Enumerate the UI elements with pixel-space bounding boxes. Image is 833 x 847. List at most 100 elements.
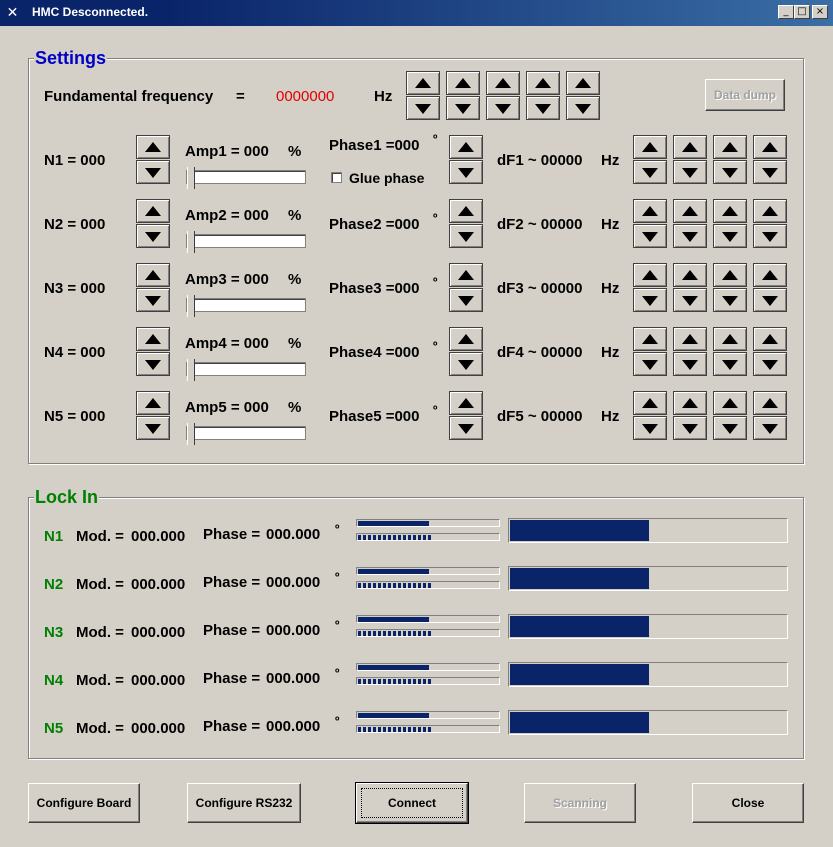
phase5-spin-down[interactable] xyxy=(449,416,483,440)
n3-spin[interactable] xyxy=(136,263,170,313)
phase3-spin-up[interactable] xyxy=(449,263,483,287)
df2-digit-1-spin-up[interactable] xyxy=(633,199,667,223)
fundamental-digit-4-spin-up[interactable] xyxy=(526,71,560,95)
df3-digit-1-spin-down[interactable] xyxy=(633,288,667,312)
df2-digit-1-spin-down[interactable] xyxy=(633,224,667,248)
n1-spin[interactable] xyxy=(136,135,170,185)
fundamental-digit-5-spin-up[interactable] xyxy=(566,71,600,95)
close-button[interactable]: Close xyxy=(692,783,804,823)
df1-digit-2-spin-down[interactable] xyxy=(673,160,707,184)
df4-digit-3-spin-down[interactable] xyxy=(713,352,747,376)
amp5-slider[interactable] xyxy=(186,423,306,445)
df5-digit-3-spin-down[interactable] xyxy=(713,416,747,440)
amp2-slider[interactable] xyxy=(186,231,306,253)
df1-digit-3-spin-up[interactable] xyxy=(713,135,747,159)
df4-digit-2-spin-up[interactable] xyxy=(673,327,707,351)
phase3-spin-down[interactable] xyxy=(449,288,483,312)
df2-digit-4-spin-down[interactable] xyxy=(753,224,787,248)
df2-digit-1-spin[interactable] xyxy=(633,199,667,249)
df3-digit-1-spin-up[interactable] xyxy=(633,263,667,287)
df2-digit-3-spin-down[interactable] xyxy=(713,224,747,248)
fundamental-digit-5-spin[interactable] xyxy=(566,71,600,121)
fundamental-digit-1-spin-up[interactable] xyxy=(406,71,440,95)
n5-spin-up[interactable] xyxy=(136,391,170,415)
df5-digit-1-spin-down[interactable] xyxy=(633,416,667,440)
df1-digit-2-spin[interactable] xyxy=(673,135,707,185)
df2-digit-2-spin-up[interactable] xyxy=(673,199,707,223)
n5-spin[interactable] xyxy=(136,391,170,441)
df4-digit-4-spin[interactable] xyxy=(753,327,787,377)
n4-spin-down[interactable] xyxy=(136,352,170,376)
phase3-spin[interactable] xyxy=(449,263,483,313)
fundamental-digit-1-spin[interactable] xyxy=(406,71,440,121)
phase5-spin[interactable] xyxy=(449,391,483,441)
df2-digit-2-spin[interactable] xyxy=(673,199,707,249)
phase4-spin-up[interactable] xyxy=(449,327,483,351)
amp3-slider-thumb[interactable] xyxy=(187,295,195,317)
fundamental-digit-3-spin-down[interactable] xyxy=(486,96,520,120)
df4-digit-1-spin-up[interactable] xyxy=(633,327,667,351)
fundamental-digit-4-spin-down[interactable] xyxy=(526,96,560,120)
n3-spin-up[interactable] xyxy=(136,263,170,287)
fundamental-digit-2-spin-up[interactable] xyxy=(446,71,480,95)
df3-digit-3-spin-down[interactable] xyxy=(713,288,747,312)
df3-digit-3-spin[interactable] xyxy=(713,263,747,313)
df5-digit-2-spin-down[interactable] xyxy=(673,416,707,440)
fundamental-digit-5-spin-down[interactable] xyxy=(566,96,600,120)
amp5-slider-thumb[interactable] xyxy=(187,423,195,445)
df1-digit-4-spin-down[interactable] xyxy=(753,160,787,184)
df2-digit-4-spin[interactable] xyxy=(753,199,787,249)
phase4-spin-down[interactable] xyxy=(449,352,483,376)
phase5-spin-up[interactable] xyxy=(449,391,483,415)
df4-digit-1-spin-down[interactable] xyxy=(633,352,667,376)
n4-spin[interactable] xyxy=(136,327,170,377)
fundamental-digit-2-spin[interactable] xyxy=(446,71,480,121)
minimize-button[interactable]: _ xyxy=(778,5,794,19)
df1-digit-4-spin[interactable] xyxy=(753,135,787,185)
phase1-spin-down[interactable] xyxy=(449,160,483,184)
maximize-button[interactable]: □ xyxy=(794,5,810,19)
phase2-spin-up[interactable] xyxy=(449,199,483,223)
n1-spin-up[interactable] xyxy=(136,135,170,159)
configure-board-button[interactable]: Configure Board xyxy=(28,783,140,823)
amp4-slider-thumb[interactable] xyxy=(187,359,195,381)
df1-digit-3-spin-down[interactable] xyxy=(713,160,747,184)
df3-digit-1-spin[interactable] xyxy=(633,263,667,313)
amp4-slider[interactable] xyxy=(186,359,306,381)
n4-spin-up[interactable] xyxy=(136,327,170,351)
df2-digit-4-spin-up[interactable] xyxy=(753,199,787,223)
amp1-slider-thumb[interactable] xyxy=(187,167,195,189)
df3-digit-3-spin-up[interactable] xyxy=(713,263,747,287)
amp3-slider[interactable] xyxy=(186,295,306,317)
df4-digit-2-spin[interactable] xyxy=(673,327,707,377)
phase2-spin[interactable] xyxy=(449,199,483,249)
window-close-button[interactable]: × xyxy=(812,5,828,19)
df5-digit-3-spin[interactable] xyxy=(713,391,747,441)
df1-digit-4-spin-up[interactable] xyxy=(753,135,787,159)
phase1-spin[interactable] xyxy=(449,135,483,185)
df5-digit-1-spin-up[interactable] xyxy=(633,391,667,415)
scanning-button[interactable]: Scanning xyxy=(524,783,636,823)
df3-digit-4-spin-up[interactable] xyxy=(753,263,787,287)
df3-digit-2-spin-up[interactable] xyxy=(673,263,707,287)
df4-digit-3-spin[interactable] xyxy=(713,327,747,377)
df2-digit-3-spin-up[interactable] xyxy=(713,199,747,223)
df4-digit-4-spin-down[interactable] xyxy=(753,352,787,376)
df5-digit-4-spin-down[interactable] xyxy=(753,416,787,440)
fundamental-digit-3-spin-up[interactable] xyxy=(486,71,520,95)
df3-digit-2-spin-down[interactable] xyxy=(673,288,707,312)
df2-digit-3-spin[interactable] xyxy=(713,199,747,249)
n2-spin-up[interactable] xyxy=(136,199,170,223)
df5-digit-2-spin[interactable] xyxy=(673,391,707,441)
df5-digit-4-spin[interactable] xyxy=(753,391,787,441)
df5-digit-4-spin-up[interactable] xyxy=(753,391,787,415)
data-dump-button[interactable]: Data dump xyxy=(705,79,785,111)
df4-digit-3-spin-up[interactable] xyxy=(713,327,747,351)
fundamental-digit-2-spin-down[interactable] xyxy=(446,96,480,120)
df4-digit-1-spin[interactable] xyxy=(633,327,667,377)
fundamental-digit-3-spin[interactable] xyxy=(486,71,520,121)
df5-digit-3-spin-up[interactable] xyxy=(713,391,747,415)
df4-digit-2-spin-down[interactable] xyxy=(673,352,707,376)
df3-digit-2-spin[interactable] xyxy=(673,263,707,313)
fundamental-digit-1-spin-down[interactable] xyxy=(406,96,440,120)
